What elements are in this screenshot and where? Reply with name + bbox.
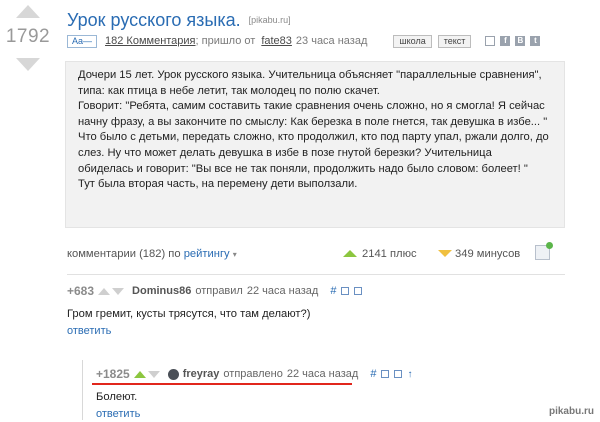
comment-downvote-icon[interactable] — [147, 370, 160, 378]
divider — [67, 274, 565, 275]
post-rating: 1792 — [0, 0, 56, 71]
chevron-down-icon[interactable]: ▾ — [233, 250, 237, 259]
save-comment-icon[interactable] — [354, 287, 363, 295]
comment-time[interactable]: 22 часа назад — [287, 368, 358, 380]
minus-count: 349 минусов — [455, 248, 521, 260]
comment-author[interactable]: freyray — [183, 368, 220, 380]
post-title[interactable]: Урок русского языка. — [67, 10, 241, 30]
comment-reply: +1825 freyray отправлено 22 часа назад #… — [96, 366, 496, 420]
upvote-icon[interactable] — [16, 5, 40, 18]
comment-action: отправил — [195, 285, 243, 297]
post-paragraph: Что было с детьми, передать сложно, кто … — [78, 131, 549, 175]
plus-count: 2141 плюс — [362, 248, 417, 260]
comment-score: +683 — [67, 284, 95, 298]
post-paragraph: Дочери 15 лет. Урок русского языка. Учит… — [78, 69, 542, 97]
comment-upvote-icon[interactable] — [98, 287, 111, 295]
comment-upvote-icon[interactable] — [133, 370, 146, 378]
facebook-share-icon[interactable]: f — [500, 36, 511, 46]
post-title-row: Урок русского языка. [pikabu.ru] — [67, 10, 291, 31]
comments-count-link[interactable]: 182 Комментария — [105, 35, 196, 47]
post-content: Дочери 15 лет. Урок русского языка. Учит… — [65, 61, 565, 228]
collapse-icon[interactable] — [341, 287, 350, 295]
rating-score: 1792 — [5, 26, 51, 47]
comment-author[interactable]: Dominus86 — [132, 285, 191, 297]
post-domain: [pikabu.ru] — [248, 15, 291, 25]
save-icon[interactable] — [485, 36, 496, 46]
comment-permalink[interactable]: # — [370, 368, 376, 380]
comment-downvote-icon[interactable] — [112, 287, 125, 295]
posted-by-label: ; пришло от — [195, 35, 256, 47]
thread-line — [82, 360, 83, 420]
tag-school[interactable]: школа — [393, 34, 432, 48]
sort-rating-link[interactable]: рейтингу — [184, 248, 230, 260]
site-watermark: pikabu.ru — [548, 406, 594, 417]
comment: +683 Dominus86 отправил 22 часа назад # … — [67, 283, 567, 337]
comments-bar: комментарии (182) по рейтингу ▾ 2141 плю… — [67, 240, 565, 270]
vk-share-icon[interactable]: B — [515, 36, 526, 46]
images-toggle-icon[interactable] — [535, 242, 553, 260]
avatar — [167, 368, 179, 380]
comment-header: +683 Dominus86 отправил 22 часа назад # — [67, 283, 567, 299]
post-time: 23 часа назад — [295, 35, 368, 47]
post-author-link[interactable]: fate83 — [261, 35, 292, 47]
font-size-toggle[interactable]: Aa— — [67, 34, 98, 48]
parent-comment-icon[interactable]: ↑ — [407, 369, 412, 380]
minus-icon — [438, 250, 452, 257]
highlight-underline — [92, 383, 352, 385]
plus-icon — [343, 250, 357, 257]
comment-header: +1825 freyray отправлено 22 часа назад #… — [96, 366, 496, 382]
reply-link[interactable]: ответить — [67, 325, 567, 337]
reply-link[interactable]: ответить — [96, 408, 496, 420]
tag-text[interactable]: текст — [437, 34, 472, 48]
comment-score: +1825 — [96, 367, 130, 381]
twitter-share-icon[interactable]: t — [530, 36, 541, 46]
comments-label: комментарии (182) по рейтингу ▾ — [67, 248, 237, 260]
collapse-icon[interactable] — [381, 370, 390, 378]
post-paragraph: Говорит: "Ребята, самим составить такие … — [78, 100, 548, 128]
comment-permalink[interactable]: # — [330, 285, 336, 297]
comment-time[interactable]: 22 часа назад — [247, 285, 318, 297]
comments-label-text: комментарии (182) по — [67, 248, 181, 260]
comment-text: Гром гремит, кусты трясутся, что там дел… — [67, 308, 311, 320]
save-comment-icon[interactable] — [394, 370, 403, 378]
downvote-icon[interactable] — [16, 58, 40, 71]
post-paragraph: Тут была вторая часть, на перемену дети … — [78, 178, 358, 191]
post-meta: Aa— 182 Комментария ; пришло от fate83 2… — [67, 33, 541, 49]
comment-text: Болеют. — [96, 391, 138, 403]
comment-action: отправлено — [223, 368, 283, 380]
